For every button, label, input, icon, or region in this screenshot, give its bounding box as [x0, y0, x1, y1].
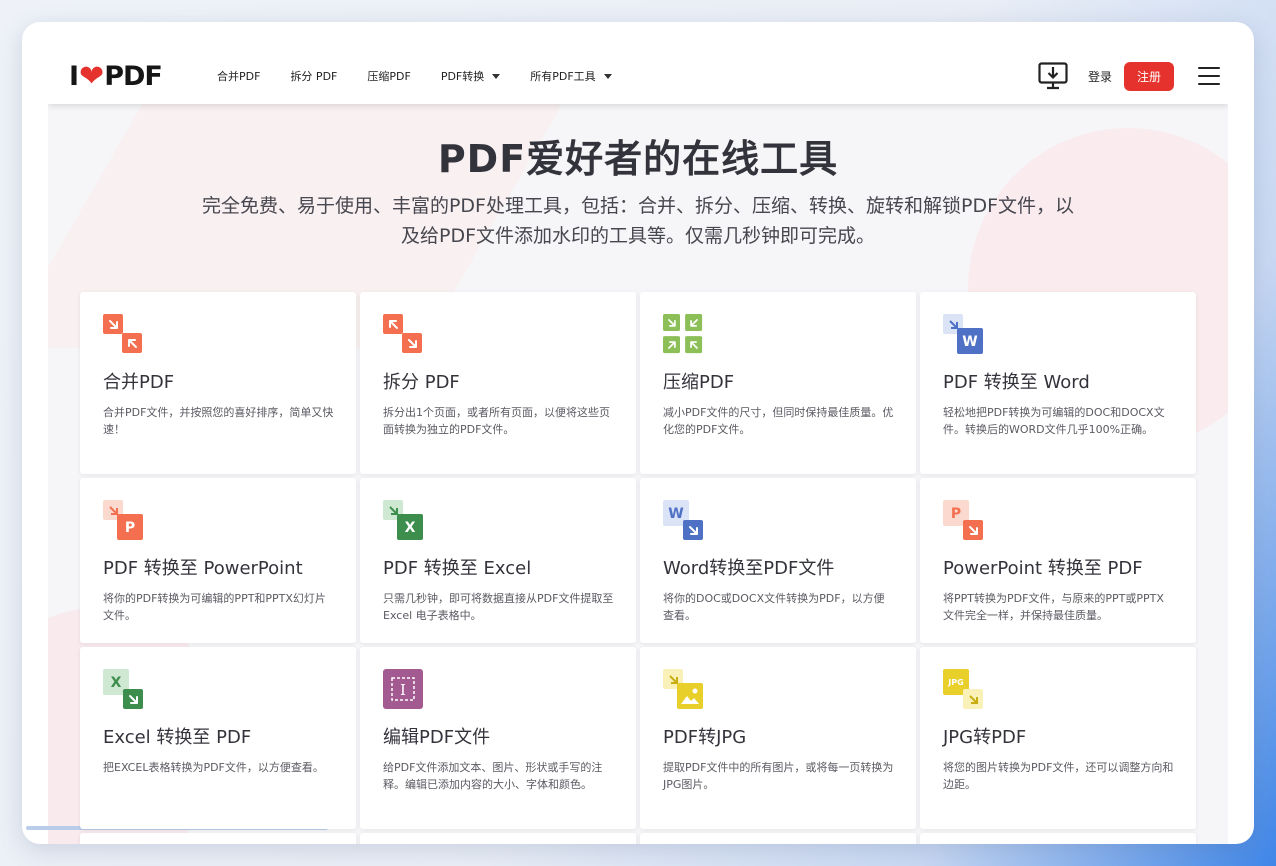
- tool-title: Word转换至PDF文件: [663, 558, 835, 579]
- tool-card[interactable]: P PDF 转换至 PowerPoint 将你的PDF转换为可编辑的PPT和PPTX…: [80, 478, 356, 643]
- nav-label: 合并PDF: [217, 70, 261, 83]
- tool-title: PDF 转换至 PowerPoint: [103, 558, 303, 579]
- tool-description: 合并PDF文件，并按照您的喜好排序，简单又快速！: [103, 406, 334, 436]
- tool-card-partial[interactable]: [80, 833, 356, 844]
- tool-description: 把EXCEL表格转换为PDF文件，以方便查看。: [103, 761, 324, 774]
- desktop-download-icon[interactable]: [1038, 62, 1068, 90]
- tool-description: 将你的DOC或DOCX文件转换为PDF，以方便查看。: [663, 592, 885, 622]
- nav-label: 拆分 PDF: [290, 70, 338, 83]
- signup-button[interactable]: 注册: [1124, 61, 1174, 91]
- svg-text:P: P: [125, 520, 135, 536]
- excel-to-pdf-icon: X: [103, 669, 143, 709]
- tool-card[interactable]: JPG JPG转PDF 将您的图片转换为PDF文件，还可以调整方向和边距。: [920, 647, 1196, 829]
- tool-card[interactable]: PDF转JPG 提取PDF文件中的所有图片，或将每一页转换为JPG图片。: [640, 647, 916, 829]
- tool-card[interactable]: X Excel 转换至 PDF 把EXCEL表格转换为PDF文件，以方便查看。: [80, 647, 356, 829]
- tool-card[interactable]: W Word转换至PDF文件将你的DOC或DOCX文件转换为PDF，以方便查看。: [640, 478, 916, 643]
- tool-title: PDF 转换至 Word: [943, 372, 1090, 393]
- split-icon: [383, 314, 423, 354]
- page-viewport: I ❤ PDF 合并PDF 拆分 PDF 压缩PDF PDF转换 所有PDF工具: [48, 48, 1228, 844]
- tool-description: 将你的PDF转换为可编辑的PPT和PPTX幻灯片文件。: [103, 592, 326, 622]
- logo-text: PDF: [104, 61, 163, 92]
- header-actions: 登录 注册: [1038, 48, 1228, 104]
- page-subtitle: 完全免费、易于使用、丰富的PDF处理工具，包括：合并、拆分、压缩、转换、旋转和解…: [201, 195, 1075, 247]
- tool-description: 拆分出1个页面，或者所有页面，以便将这些页面转换为独立的PDF文件。: [383, 406, 610, 436]
- tool-card[interactable]: 压缩PDF 减小PDF文件的尺寸，但同时保持最佳质量。优化您的PDF文件。: [640, 292, 916, 474]
- jpg-to-pdf-icon: JPG: [943, 669, 983, 709]
- hero-section: PDF爱好者的在线工具 完全免费、易于使用、丰富的PDF处理工具，包括：合并、拆…: [48, 128, 1228, 251]
- svg-text:X: X: [405, 520, 416, 536]
- caret-down-icon: [603, 73, 612, 79]
- svg-text:X: X: [111, 675, 122, 691]
- login-link[interactable]: 登录: [1088, 68, 1112, 85]
- pdf-to-jpg-icon: [663, 669, 703, 709]
- svg-text:P: P: [951, 506, 961, 522]
- powerpoint-to-pdf-icon: P: [943, 500, 983, 540]
- pdf-to-word-icon: W: [943, 314, 983, 354]
- nav-merge-pdf[interactable]: 合并PDF: [217, 68, 260, 84]
- tool-description: 将PPT转换为PDF文件，与原来的PPT或PPTX文件完全一样，并保持最佳质量。: [943, 592, 1164, 622]
- nav-all-tools-dropdown[interactable]: 所有PDF工具: [530, 68, 612, 84]
- main-nav: 合并PDF 拆分 PDF 压缩PDF PDF转换 所有PDF工具: [217, 48, 642, 104]
- edit-pdf-icon: I: [383, 669, 423, 709]
- browser-frame: I ❤ PDF 合并PDF 拆分 PDF 压缩PDF PDF转换 所有PDF工具: [22, 22, 1254, 844]
- tool-card[interactable]: 拆分 PDF 拆分出1个页面，或者所有页面，以便将这些页面转换为独立的PDF文件。: [360, 292, 636, 474]
- tool-title: PDF转JPG: [663, 727, 747, 748]
- heart-icon: ❤: [79, 58, 104, 94]
- tool-card[interactable]: I 编辑PDF文件给PDF文件添加文本、图片、形状或手写的注释。编辑已添加内容的大…: [360, 647, 636, 829]
- tool-description: 给PDF文件添加文本、图片、形状或手写的注释。编辑已添加内容的大小、字体和颜色。: [383, 761, 603, 791]
- tool-description: 减小PDF文件的尺寸，但同时保持最佳质量。优化您的PDF文件。: [663, 406, 894, 436]
- tool-card[interactable]: P PowerPoint 转换至 PDF 将PPT转换为PDF文件，与原来的PPT或…: [920, 478, 1196, 643]
- nav-compress-pdf[interactable]: 压缩PDF: [367, 68, 410, 84]
- merge-icon: [103, 314, 143, 354]
- page-title: PDF爱好者的在线工具: [437, 137, 839, 181]
- tool-title: JPG转PDF: [943, 727, 1027, 748]
- ilovepdf-logo[interactable]: I ❤ PDF: [69, 58, 163, 94]
- pdf-to-excel-icon: X: [383, 500, 423, 540]
- tool-title: 拆分 PDF: [383, 372, 460, 393]
- tool-title: PowerPoint 转换至 PDF: [943, 558, 1143, 579]
- tool-description: 提取PDF文件中的所有图片，或将每一页转换为JPG图片。: [663, 761, 894, 791]
- tool-card-partial[interactable]: [360, 833, 636, 844]
- svg-text:JPG: JPG: [947, 678, 963, 687]
- pdf-to-powerpoint-icon: P: [103, 500, 143, 540]
- word-to-pdf-icon: W: [663, 500, 703, 540]
- caret-down-icon: [492, 73, 501, 79]
- tool-description: 只需几秒钟，即可将数据直接从PDF文件提取至Excel 电子表格中。: [383, 592, 614, 622]
- svg-text:I: I: [400, 681, 406, 699]
- logo-letter: I: [69, 61, 79, 92]
- compress-icon: [663, 314, 703, 354]
- nav-label: 所有PDF工具: [530, 70, 596, 83]
- tool-card[interactable]: W PDF 转换至 Word 轻松地把PDF转换为可编辑的DOC和DOCX文件。转换…: [920, 292, 1196, 474]
- tool-title: PDF 转换至 Excel: [383, 558, 532, 579]
- svg-text:W: W: [668, 506, 683, 522]
- nav-label: 压缩PDF: [367, 70, 411, 83]
- tool-description: 轻松地把PDF转换为可编辑的DOC和DOCX文件。转换后的WORD文件几乎100…: [943, 406, 1165, 436]
- nav-label: PDF转换: [440, 70, 485, 83]
- tool-title: 压缩PDF: [663, 372, 735, 393]
- tool-card[interactable]: X PDF 转换至 Excel 只需几秒钟，即可将数据直接从PDF文件提取至Exce…: [360, 478, 636, 643]
- tool-card-partial[interactable]: [640, 833, 916, 844]
- tool-title: 合并PDF: [103, 372, 175, 393]
- nav-split-pdf[interactable]: 拆分 PDF: [290, 68, 337, 84]
- site-header: I ❤ PDF 合并PDF 拆分 PDF 压缩PDF PDF转换 所有PDF工具: [48, 48, 1228, 104]
- tool-title: 编辑PDF文件: [383, 727, 491, 748]
- nav-convert-pdf-dropdown[interactable]: PDF转换: [440, 68, 501, 84]
- tool-card[interactable]: 合并PDF 合并PDF文件，并按照您的喜好排序，简单又快速！: [80, 292, 356, 474]
- tool-title: Excel 转换至 PDF: [103, 727, 252, 748]
- tool-card-partial[interactable]: [920, 833, 1196, 844]
- svg-text:W: W: [962, 334, 977, 350]
- hamburger-menu-icon[interactable]: [1198, 67, 1220, 85]
- tool-description: 将您的图片转换为PDF文件，还可以调整方向和边距。: [943, 761, 1174, 791]
